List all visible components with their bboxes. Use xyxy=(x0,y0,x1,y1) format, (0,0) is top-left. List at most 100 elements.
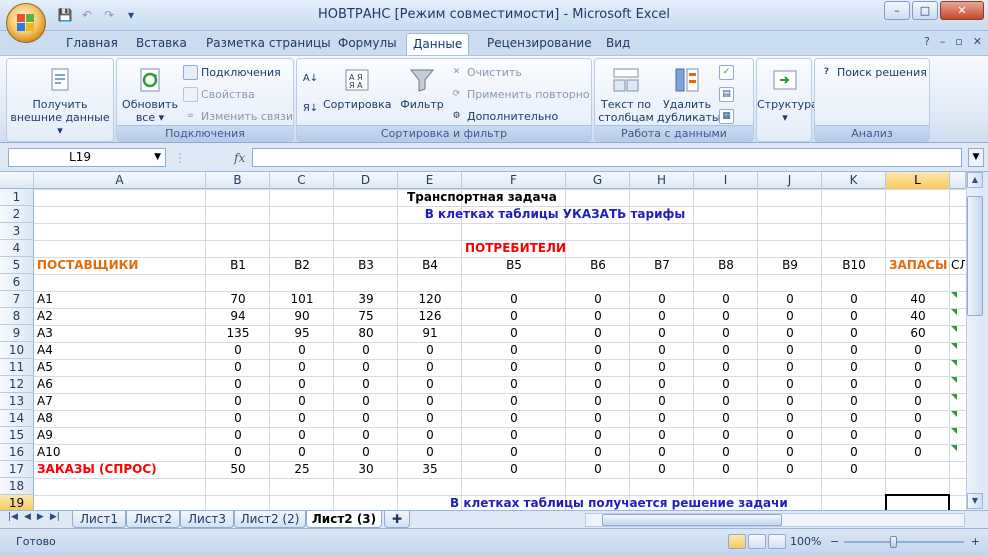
row-header-18[interactable]: 18 xyxy=(0,478,34,495)
tariff-cell[interactable]: 0 xyxy=(209,427,267,444)
tariff-cell[interactable]: 0 xyxy=(761,410,819,427)
selected-cell-l19[interactable] xyxy=(885,494,950,510)
column-header-j[interactable]: J xyxy=(758,172,822,189)
refresh-all-button[interactable]: Обновить все ▾ xyxy=(119,65,181,124)
row-header-16[interactable]: 16 xyxy=(0,444,34,461)
horizontal-scroll-thumb[interactable] xyxy=(602,514,782,526)
sheet-tab[interactable]: Лист1 xyxy=(72,511,126,528)
row-header-13[interactable]: 13 xyxy=(0,393,34,410)
stock-header-overflow-cell[interactable]: СЛ xyxy=(951,257,965,274)
row-header-11[interactable]: 11 xyxy=(0,359,34,376)
solver-button[interactable]: ? Поиск решения xyxy=(819,63,927,81)
vertical-scrollbar[interactable]: ▲ ▼ xyxy=(966,172,983,510)
supplier-name-cell[interactable]: A8 xyxy=(37,410,203,427)
zoom-slider[interactable]: − + xyxy=(830,535,980,549)
tariff-cell[interactable]: 0 xyxy=(401,427,459,444)
sheet-title-cell[interactable]: Транспортная задача xyxy=(401,189,563,206)
tariff-cell[interactable]: 0 xyxy=(273,444,331,461)
tariff-cell[interactable]: 0 xyxy=(569,342,627,359)
help-icon[interactable]: ? xyxy=(924,35,930,48)
tariff-cell[interactable]: 70 xyxy=(209,291,267,308)
order-cell[interactable]: 0 xyxy=(825,461,883,478)
supplier-name-cell[interactable]: A2 xyxy=(37,308,203,325)
formula-input[interactable] xyxy=(252,148,962,167)
tariff-cell[interactable]: 0 xyxy=(569,444,627,461)
scroll-down-icon[interactable]: ▼ xyxy=(967,493,983,509)
order-cell[interactable]: 25 xyxy=(273,461,331,478)
tariff-cell[interactable]: 0 xyxy=(569,308,627,325)
tariff-cell[interactable]: 120 xyxy=(401,291,459,308)
tab-insert[interactable]: Вставка xyxy=(130,33,193,55)
column-header-f[interactable]: F xyxy=(462,172,566,189)
tariff-cell[interactable]: 0 xyxy=(633,444,691,461)
tariff-cell[interactable]: 0 xyxy=(697,410,755,427)
tariff-cell[interactable]: 91 xyxy=(401,325,459,342)
tariff-cell[interactable]: 0 xyxy=(633,376,691,393)
tariff-cell[interactable]: 0 xyxy=(209,393,267,410)
tariff-cell[interactable]: 0 xyxy=(633,393,691,410)
supplier-name-cell[interactable]: A3 xyxy=(37,325,203,342)
what-if-button[interactable]: ▦ xyxy=(719,107,734,125)
column-header-g[interactable]: G xyxy=(566,172,630,189)
reapply-button[interactable]: ⟳ Применить повторно xyxy=(449,85,590,103)
tariff-cell[interactable]: 0 xyxy=(633,342,691,359)
tariff-cell[interactable]: 0 xyxy=(337,359,395,376)
outline-button[interactable]: Структура ▾ xyxy=(757,65,818,124)
order-cell[interactable]: 0 xyxy=(569,461,627,478)
stock-cell[interactable]: 0 xyxy=(889,410,947,427)
tariff-cell[interactable]: 0 xyxy=(697,444,755,461)
horizontal-scrollbar[interactable] xyxy=(585,513,965,527)
connections-button[interactable]: Подключения xyxy=(183,63,281,81)
order-cell[interactable]: 0 xyxy=(761,461,819,478)
tariff-cell[interactable]: 0 xyxy=(401,359,459,376)
tariff-cell[interactable]: 0 xyxy=(401,342,459,359)
stock-header-cell[interactable]: ЗАПАСЫ xyxy=(889,257,947,274)
tariff-cell[interactable]: 0 xyxy=(761,359,819,376)
tariff-cell[interactable]: 0 xyxy=(465,359,563,376)
tariff-cell[interactable]: 0 xyxy=(697,393,755,410)
sheet-tab[interactable]: Лист3 xyxy=(180,511,234,528)
tariff-cell[interactable]: 0 xyxy=(633,291,691,308)
supplier-name-cell[interactable]: A6 xyxy=(37,376,203,393)
tariff-cell[interactable]: 0 xyxy=(825,308,883,325)
tariff-cell[interactable]: 0 xyxy=(273,427,331,444)
select-all-corner[interactable] xyxy=(0,172,34,189)
tariff-cell[interactable]: 0 xyxy=(465,444,563,461)
get-external-data-button[interactable]: Получить внешние данные ▾ xyxy=(9,65,111,137)
tariff-cell[interactable]: 0 xyxy=(273,410,331,427)
insert-sheet-icon[interactable]: ✚ xyxy=(384,511,410,528)
insert-function-icon[interactable]: fx xyxy=(234,151,245,165)
stock-cell[interactable]: 0 xyxy=(889,444,947,461)
maximize-button[interactable]: □ xyxy=(912,1,938,20)
tariff-cell[interactable]: 101 xyxy=(273,291,331,308)
sheet-tab[interactable]: Лист2 (2) xyxy=(234,511,306,528)
row-header-5[interactable]: 5 xyxy=(0,257,34,274)
tariff-cell[interactable]: 0 xyxy=(337,376,395,393)
ribbon-minimize-icon[interactable]: – xyxy=(940,35,946,48)
sort-button[interactable]: A ЯЯ A Сортировка xyxy=(323,65,392,111)
row-header-14[interactable]: 14 xyxy=(0,410,34,427)
tariff-cell[interactable]: 0 xyxy=(761,427,819,444)
close-button[interactable]: ✕ xyxy=(940,1,984,20)
stock-cell[interactable]: 40 xyxy=(889,291,947,308)
tariff-cell[interactable]: 75 xyxy=(337,308,395,325)
tariff-cell[interactable]: 0 xyxy=(209,444,267,461)
row-header-8[interactable]: 8 xyxy=(0,308,34,325)
tariff-cell[interactable]: 0 xyxy=(825,325,883,342)
advanced-filter-button[interactable]: ⚙ Дополнительно xyxy=(449,107,558,125)
row-header-7[interactable]: 7 xyxy=(0,291,34,308)
tariff-cell[interactable]: 0 xyxy=(825,427,883,444)
row-header-6[interactable]: 6 xyxy=(0,274,34,291)
tariff-cell[interactable]: 0 xyxy=(825,291,883,308)
column-header-l[interactable]: L xyxy=(886,172,950,189)
stock-cell[interactable]: 0 xyxy=(889,342,947,359)
tariff-cell[interactable]: 0 xyxy=(273,342,331,359)
tariff-cell[interactable]: 0 xyxy=(825,393,883,410)
column-header-h[interactable]: H xyxy=(630,172,694,189)
tariff-cell[interactable]: 0 xyxy=(697,342,755,359)
tariff-cell[interactable]: 0 xyxy=(465,376,563,393)
tariff-cell[interactable]: 0 xyxy=(697,325,755,342)
ribbon-close-icon[interactable]: ✕ xyxy=(973,35,982,48)
last-sheet-icon[interactable]: ▶| xyxy=(50,512,60,522)
tariff-cell[interactable]: 0 xyxy=(337,342,395,359)
